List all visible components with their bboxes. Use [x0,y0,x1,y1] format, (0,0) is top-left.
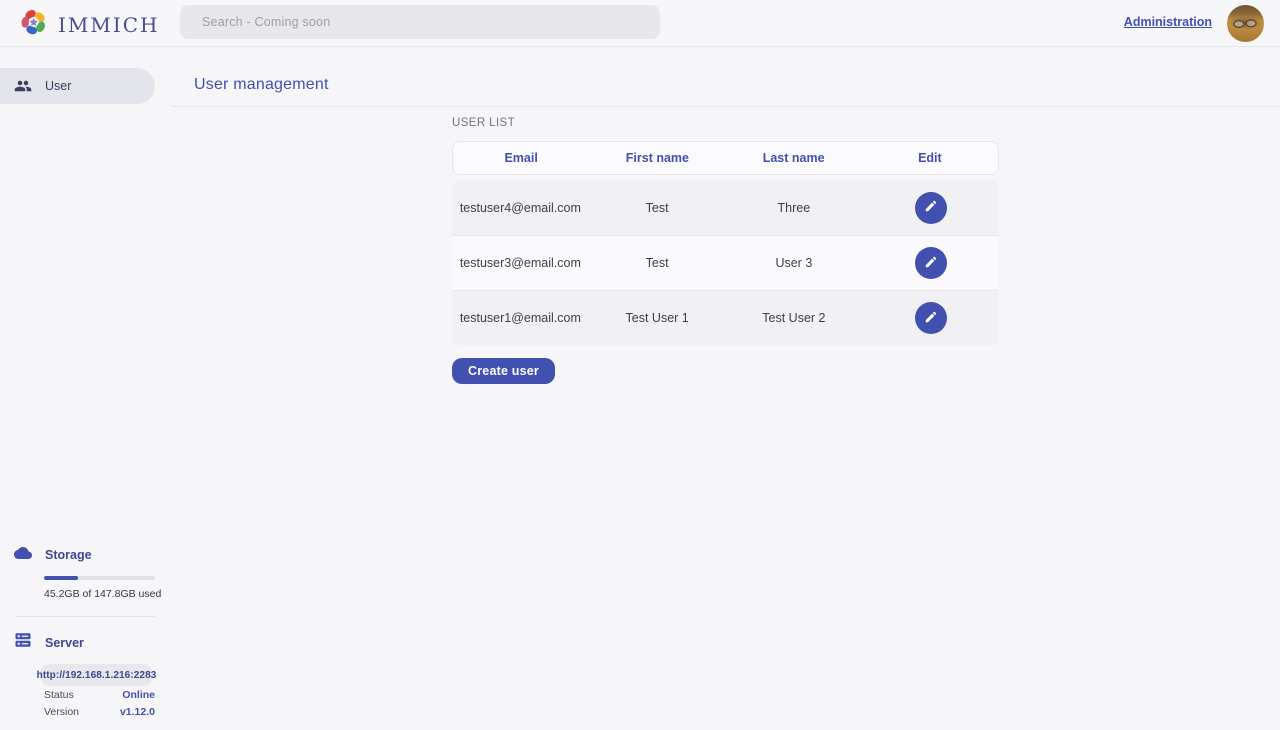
page-title: User management [194,76,329,94]
edit-user-button[interactable] [915,247,947,279]
server-status-label: Status [44,689,74,701]
cell-first-name: Test [589,201,726,215]
server-status-value: Online [122,689,155,701]
cell-last-name: Test User 2 [726,311,863,325]
cell-last-name: User 3 [726,256,863,270]
sidebar-status-panel: Storage 45.2GB of 147.8GB used [0,544,171,721]
pencil-icon [924,255,938,272]
cell-email: testuser3@email.com [452,256,589,270]
user-avatar[interactable] [1227,5,1264,42]
cell-email: testuser4@email.com [452,201,589,215]
server-version-row: Version v1.12.0 [44,703,155,720]
sidebar-item-user-label: User [45,79,71,93]
storage-progress-fill [44,576,78,581]
server-status-row: Status Online [44,686,155,703]
table-row: testuser4@email.com Test Three [452,180,999,235]
cell-last-name: Three [726,201,863,215]
sidebar-item-user[interactable]: User [0,68,155,104]
server-title: Server [45,636,84,650]
user-table-body: testuser4@email.com Test Three [452,180,999,345]
cell-first-name: Test User 1 [589,311,726,325]
server-url-pill: http://192.168.1.216:2283 [40,664,153,686]
server-version-label: Version [44,706,79,718]
administration-link[interactable]: Administration [1124,15,1212,29]
storage-title: Storage [45,548,92,562]
column-header-last-name: Last name [726,151,862,165]
users-icon [14,77,32,95]
cell-first-name: Test [589,256,726,270]
user-list-label: USER LIST [452,117,999,129]
app-logo[interactable]: IMMICH [18,6,160,43]
create-user-button[interactable]: Create user [452,358,555,384]
pencil-icon [924,199,938,216]
server-version-value: v1.12.0 [120,706,155,718]
column-header-first-name: First name [589,151,725,165]
server-icon [14,631,32,654]
sidebar-divider [16,616,155,617]
app-logo-text: IMMICH [58,13,160,37]
top-header: IMMICH Administration [0,0,1280,47]
cloud-icon [14,544,32,567]
server-url: http://192.168.1.216:2283 [37,670,157,681]
search-input[interactable] [180,5,660,39]
storage-usage-text: 45.2GB of 147.8GB used [44,588,171,600]
immich-flower-icon [18,6,50,43]
edit-user-button[interactable] [915,302,947,334]
edit-user-button[interactable] [915,192,947,224]
table-row: testuser3@email.com Test User 3 [452,235,999,290]
admin-sidebar: User Storage 45.2GB of 147.8GB used [0,47,171,730]
storage-widget-header: Storage [0,544,171,567]
user-table-header: Email First name Last name Edit [452,141,999,175]
column-header-email: Email [453,151,589,165]
column-header-edit: Edit [862,151,998,165]
avatar-glasses-graphic [1233,19,1258,28]
main-content: User management USER LIST Email First na… [171,47,1280,730]
table-row: testuser1@email.com Test User 1 Test Use… [452,290,999,345]
cell-email: testuser1@email.com [452,311,589,325]
immich-admin-page: IMMICH Administration User [0,0,1280,730]
server-widget-header: Server [0,631,171,654]
storage-progress-bar [44,576,155,581]
user-list-section: USER LIST Email First name Last name Edi… [452,106,999,384]
pencil-icon [924,310,938,327]
